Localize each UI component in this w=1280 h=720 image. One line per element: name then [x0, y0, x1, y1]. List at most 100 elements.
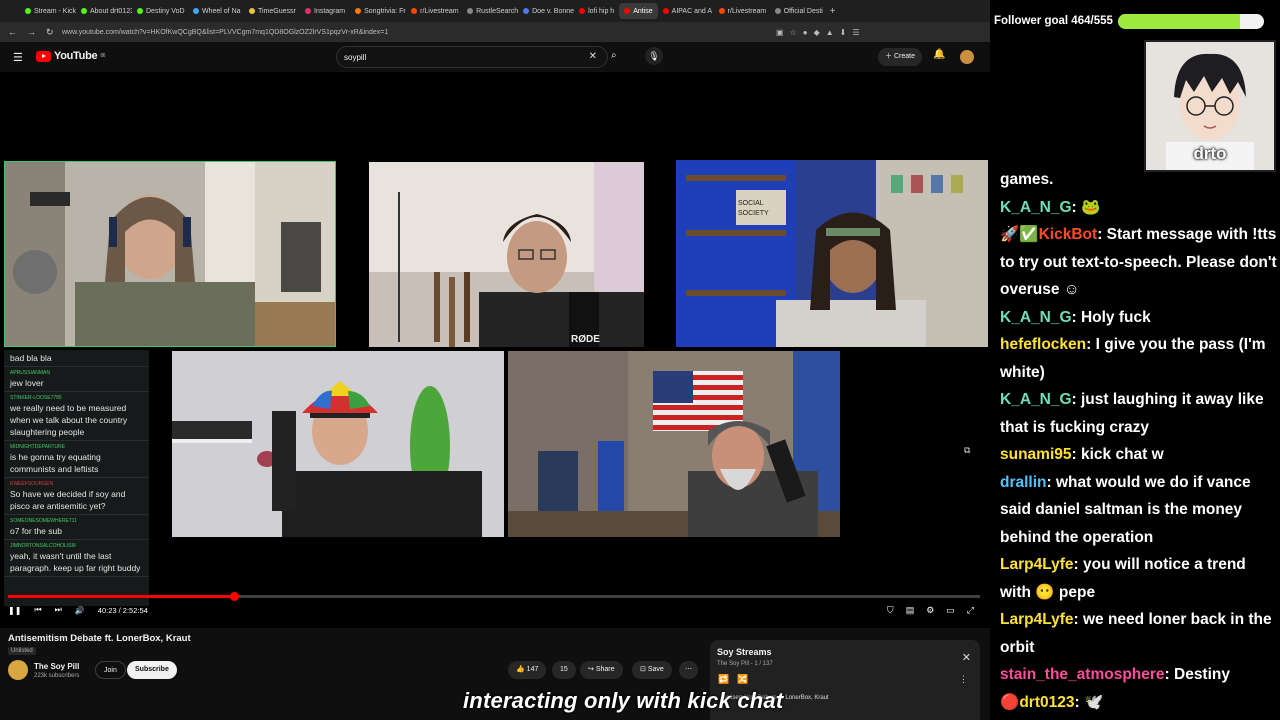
account-avatar[interactable]: [960, 50, 974, 64]
browser-tab[interactable]: r/Livestream: [406, 3, 462, 19]
webcam-feed: [508, 351, 840, 537]
extension-icon[interactable]: ☆: [790, 28, 797, 37]
like-button[interactable]: 👍 147: [508, 661, 547, 679]
kick-chat-username[interactable]: sunami95: [1000, 446, 1072, 463]
extension-icon[interactable]: ▲: [826, 28, 834, 37]
chat-separator: :: [1164, 666, 1174, 683]
youtube-logo[interactable]: YouTube 86: [36, 50, 106, 62]
overlay-chat-text: So have we decided if soy and pisco are …: [10, 489, 126, 511]
save-button[interactable]: ⊡ Save: [632, 661, 672, 679]
kick-chat-text: Holy fuck: [1080, 308, 1151, 326]
browser-tab[interactable]: Wheel of Na: [188, 3, 244, 19]
kick-chat-username[interactable]: Larp4Lyfe: [1000, 556, 1074, 573]
overlay-chat-message: APRUSSIANMAN jew lover: [4, 367, 149, 392]
extension-icon[interactable]: ☰: [852, 28, 859, 37]
browser-tab[interactable]: r/Livestream: [714, 3, 770, 19]
settings-icon[interactable]: ⚙: [926, 605, 934, 616]
kick-chat-username[interactable]: stain_the_atmosphere: [1000, 666, 1165, 683]
close-icon[interactable]: ✕: [962, 651, 971, 664]
kick-chat-username[interactable]: K_A_N_G: [1000, 309, 1072, 326]
url-field[interactable]: www.youtube.com/watch?v=HKOfKwQCgBQ&list…: [62, 29, 762, 36]
next-icon[interactable]: ⏭: [55, 605, 62, 615]
tab-label: AIPAC and A: [671, 7, 713, 15]
shuffle-icon[interactable]: 🔀: [737, 674, 748, 685]
subtitles-icon[interactable]: ▤: [906, 605, 915, 616]
like-count: 147: [526, 666, 539, 673]
subscriber-count: 223k subscribers: [34, 673, 80, 679]
browser-tab[interactable]: RustleSearch: [462, 3, 518, 19]
webcam-feed: [4, 161, 336, 347]
playlist-title[interactable]: Soy Streams: [717, 647, 772, 657]
kick-chat-username[interactable]: hefeflocken: [1000, 336, 1086, 353]
extension-icon[interactable]: ◆: [814, 28, 820, 37]
kick-chat-message: stain_the_atmosphere: Destiny: [1000, 661, 1278, 689]
more-actions-button[interactable]: ⋯: [679, 661, 698, 679]
tab-favicon-icon: [579, 8, 586, 14]
kick-chat-username[interactable]: Larp4Lyfe: [1000, 611, 1074, 628]
kick-chat-text: 🕊️: [1083, 693, 1104, 711]
forward-icon[interactable]: →: [27, 27, 36, 38]
theater-mode-icon[interactable]: ▭: [946, 605, 955, 616]
kick-chat-username[interactable]: drallin: [1000, 474, 1047, 491]
pause-icon[interactable]: ❚❚: [8, 606, 21, 615]
browser-tab[interactable]: Doe v. Bonne: [518, 3, 574, 19]
previous-icon[interactable]: ⏮: [34, 605, 41, 615]
share-button[interactable]: ↪ Share: [580, 661, 623, 679]
browser-tab[interactable]: Stream - Kick: [20, 3, 76, 19]
miniplayer-icon[interactable]: ⧉: [964, 445, 970, 456]
loop-icon[interactable]: 🔁: [718, 674, 729, 685]
hamburger-menu-icon[interactable]: ☰: [13, 51, 23, 64]
search-input[interactable]: soypill ✕: [336, 46, 608, 68]
browser-tab[interactable]: About drt0123: [76, 3, 132, 19]
notifications-bell-icon[interactable]: 🔔: [933, 49, 945, 60]
browser-tab[interactable]: Destiny VoD: [132, 3, 188, 19]
browser-tab[interactable]: Antise: [619, 3, 658, 19]
channel-name[interactable]: The Soy Pill: [34, 662, 79, 671]
kick-chat-text: Destiny: [1174, 666, 1230, 683]
kick-chat-username[interactable]: K_A_N_G: [1000, 199, 1072, 216]
extension-icon[interactable]: ⬇: [840, 28, 847, 37]
cam-label: drto: [1193, 144, 1227, 163]
extension-icon[interactable]: ●: [803, 28, 808, 37]
browser-tab[interactable]: TimeGuessr: [244, 3, 300, 19]
youtube-header: ☰ YouTube 86 soypill ✕ ⌕ 🎙 ＋ Create 🔔: [0, 42, 990, 72]
kick-chat-username[interactable]: KickBot: [1039, 226, 1098, 243]
browser-tab[interactable]: Songtrivia: Fr: [350, 3, 406, 19]
tab-label: r/Livestream: [727, 7, 767, 15]
fullscreen-icon[interactable]: ⤢: [967, 605, 974, 616]
tab-label: TimeGuessr: [258, 7, 296, 15]
chat-separator: :: [1073, 556, 1083, 573]
video-title: Antisemitism Debate ft. LonerBox, Kraut: [8, 633, 191, 644]
tab-label: Instagram: [314, 7, 346, 15]
new-tab-button[interactable]: +: [830, 6, 836, 17]
extension-icon[interactable]: ▣: [776, 28, 784, 37]
channel-avatar[interactable]: [8, 660, 28, 680]
save-label: Save: [647, 666, 664, 673]
mic-icon[interactable]: 🎙: [645, 47, 663, 65]
create-button[interactable]: ＋ Create: [878, 48, 922, 66]
shield-icon[interactable]: ⛉: [887, 605, 894, 616]
volume-icon[interactable]: 🔊: [75, 606, 85, 615]
kick-chat-username[interactable]: K_A_N_G: [1000, 391, 1072, 408]
dislike-button[interactable]: 15: [552, 661, 576, 679]
browser-tab[interactable]: Instagram: [300, 3, 350, 19]
tab-label: r/Livestream: [420, 7, 459, 15]
browser-tab[interactable]: AIPAC and A: [658, 3, 714, 19]
youtube-logo-text: YouTube: [54, 50, 98, 62]
subscribe-button[interactable]: Subscribe: [127, 661, 177, 679]
browser-tab[interactable]: Official Desti: [770, 3, 826, 19]
progress-scrubber[interactable]: [230, 592, 240, 601]
browser-tab[interactable]: lofi hip h: [574, 3, 619, 19]
reload-icon[interactable]: ↻: [46, 27, 54, 38]
back-icon[interactable]: ←: [8, 27, 17, 38]
join-button[interactable]: Join: [95, 661, 126, 679]
video-player[interactable]: RØDE SOCIAL SOCIETY bad bla bla APRUSSIA…: [0, 72, 990, 628]
youtube-play-icon: [36, 50, 51, 62]
search-icon[interactable]: ⌕: [611, 50, 617, 61]
tab-favicon-icon: [467, 8, 474, 14]
more-vert-icon[interactable]: ⋮: [959, 674, 968, 685]
kick-chat-username[interactable]: drt0123: [1019, 694, 1074, 711]
clear-search-icon[interactable]: ✕: [589, 51, 597, 62]
progress-bar[interactable]: [8, 592, 980, 601]
like-icon: 👍: [516, 666, 527, 673]
